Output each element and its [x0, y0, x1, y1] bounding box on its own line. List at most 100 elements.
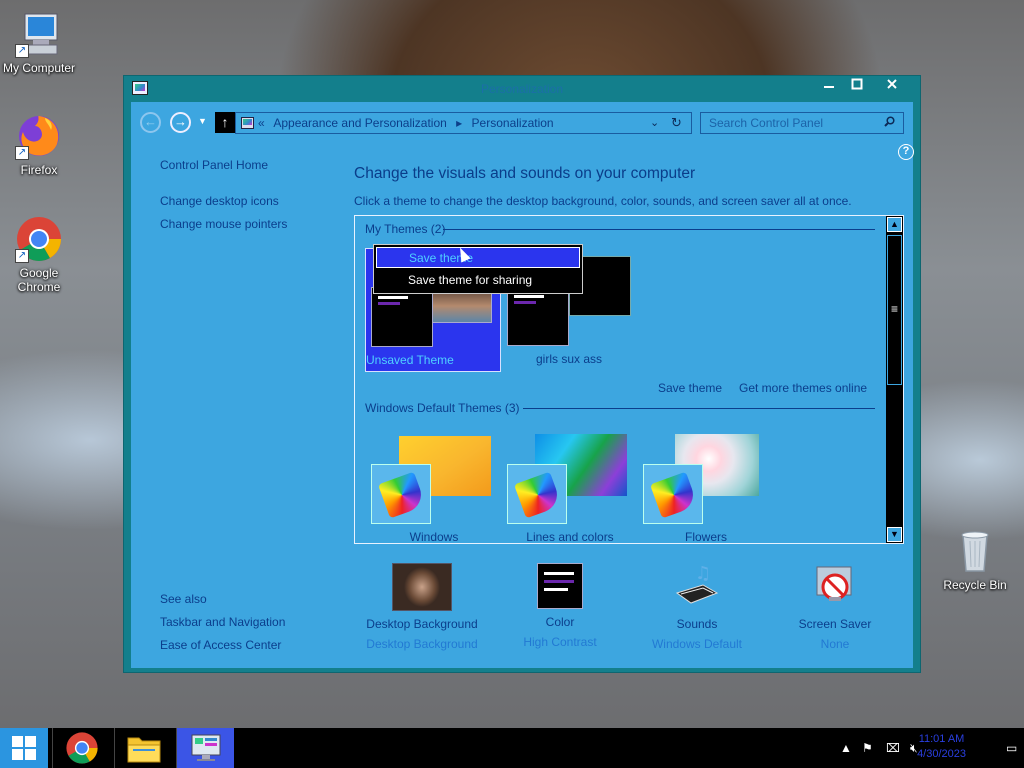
color-palette-icon: [371, 464, 431, 524]
theme-flowers[interactable]: Flowers: [641, 434, 771, 543]
help-icon[interactable]: ?: [898, 144, 914, 160]
close-button[interactable]: [872, 76, 912, 97]
breadcrumb-overflow[interactable]: «: [258, 116, 265, 130]
taskbar-control-panel[interactable]: [176, 728, 234, 768]
theme-name: Windows: [409, 530, 459, 544]
search-input[interactable]: Search Control Panel: [709, 116, 823, 130]
theme-name: girls sux ass: [535, 352, 603, 366]
clock[interactable]: 11:01 AM 4/30/2023: [917, 732, 966, 762]
search-box[interactable]: Search Control Panel: [700, 112, 904, 134]
desktop-background-thumbnail: [392, 563, 452, 611]
get-more-themes-link[interactable]: Get more themes online: [739, 381, 867, 395]
my-themes-heading: My Themes (2): [365, 222, 446, 236]
desktop-icon-google-chrome[interactable]: ↗ Google Chrome: [0, 215, 80, 294]
default-themes-heading: Windows Default Themes (3): [365, 401, 520, 415]
control-panel-home-link[interactable]: Control Panel Home: [160, 158, 268, 172]
forward-button[interactable]: →: [170, 112, 191, 133]
personalization-window: Personalization ← → ▼ ↑ « Appearance and…: [123, 75, 921, 673]
address-dropdown-icon[interactable]: ⌄: [650, 116, 659, 129]
taskbar: ▲ ⚑ ⌧ 🔇︎ 11:01 AM 4/30/2023 ▭: [0, 728, 1024, 768]
address-bar[interactable]: « Appearance and Personalization ▸ Perso…: [235, 112, 692, 134]
save-theme-link[interactable]: Save theme: [658, 381, 722, 395]
ease-of-access-center-link[interactable]: Ease of Access Center: [160, 638, 281, 652]
maximize-button[interactable]: [844, 76, 870, 97]
group-divider: [443, 229, 875, 230]
theme-name: Unsaved Theme: [366, 353, 454, 367]
theme-thumbnail: [371, 287, 433, 347]
scroll-down-button[interactable]: ▼: [887, 527, 902, 542]
sounds-setting[interactable]: ♫ Sounds Windows Default: [627, 563, 767, 651]
context-menu: Save theme Save theme for sharing: [373, 244, 583, 294]
search-icon[interactable]: [884, 116, 895, 130]
scroll-up-button[interactable]: ▲: [887, 217, 902, 232]
window-client-area: ← → ▼ ↑ « Appearance and Personalization…: [131, 102, 914, 668]
color-setting[interactable]: Color High Contrast: [490, 563, 630, 649]
page-description: Click a theme to change the desktop back…: [354, 194, 852, 208]
setting-title: Color: [545, 615, 575, 629]
shortcut-arrow-icon: ↗: [15, 146, 29, 160]
start-button[interactable]: [0, 728, 48, 768]
desktop-icon-recycle-bin[interactable]: Recycle Bin: [934, 527, 1016, 592]
recent-locations-dropdown[interactable]: ▼: [198, 116, 207, 126]
action-center-icon[interactable]: ⚑: [862, 728, 873, 768]
chrome-icon: [66, 732, 98, 764]
svg-text:♫: ♫: [695, 563, 711, 584]
screen-saver-setting[interactable]: Screen Saver None: [765, 563, 905, 651]
breadcrumb-item-appearance[interactable]: Appearance and Personalization: [273, 116, 446, 130]
show-hidden-icons-button[interactable]: ▲: [840, 728, 852, 768]
menu-item-save-theme-for-sharing[interactable]: Save theme for sharing: [376, 270, 580, 291]
menu-item-save-theme[interactable]: Save theme: [376, 247, 580, 268]
control-panel-icon: [241, 117, 254, 129]
arrow-up-icon: ↑: [221, 114, 229, 130]
folder-icon: [127, 737, 161, 763]
theme-list-scrollbar[interactable]: ▲ ▼: [886, 216, 903, 543]
scroll-thumb[interactable]: [887, 235, 902, 385]
network-icon[interactable]: ⌧: [886, 728, 900, 768]
theme-lines-and-colors[interactable]: Lines and colors: [505, 434, 635, 544]
breadcrumb-separator[interactable]: ▸: [456, 116, 462, 130]
theme-name: Lines and colors: [526, 530, 614, 544]
desktop-icon-label: Google Chrome: [17, 266, 61, 294]
desktop-icon-label: Firefox: [20, 163, 58, 177]
taskbar-file-explorer[interactable]: [114, 728, 172, 768]
minimize-button[interactable]: [816, 76, 842, 97]
breadcrumb-item-personalization[interactable]: Personalization: [472, 116, 554, 130]
taskbar-chrome[interactable]: [52, 728, 110, 768]
chrome-icon: ↗: [15, 215, 63, 263]
screen-saver-icon: [811, 563, 859, 611]
setting-title: Sounds: [676, 617, 718, 631]
window-title: Personalization: [480, 82, 564, 96]
setting-title: Screen Saver: [798, 617, 872, 631]
close-icon: [887, 79, 897, 89]
clock-time: 11:01 AM: [918, 733, 965, 745]
back-button[interactable]: ←: [140, 112, 161, 133]
color-thumbnail: [537, 563, 583, 609]
arrow-left-icon: ←: [144, 114, 157, 129]
desktop-background-setting[interactable]: Desktop Background Desktop Background: [352, 563, 492, 651]
firefox-icon: ↗: [15, 112, 63, 160]
refresh-icon[interactable]: ↻: [671, 115, 682, 131]
change-mouse-pointers-link[interactable]: Change mouse pointers: [160, 217, 287, 231]
desktop-icon-my-computer[interactable]: ↗ My Computer: [0, 10, 80, 75]
up-button[interactable]: ↑: [215, 112, 235, 133]
theme-windows[interactable]: Windows: [369, 434, 499, 544]
setting-value[interactable]: Desktop Background: [352, 637, 492, 651]
setting-value[interactable]: High Contrast: [490, 635, 630, 649]
theme-thumbnail: [507, 286, 569, 346]
show-desktop-icon[interactable]: ▭: [1006, 728, 1017, 768]
color-palette-icon: [643, 464, 703, 524]
setting-value[interactable]: None: [765, 637, 905, 651]
desktop-icon-firefox[interactable]: ↗ Firefox: [0, 112, 80, 177]
setting-value[interactable]: Windows Default: [627, 637, 767, 651]
breadcrumb: « Appearance and Personalization ▸ Perso…: [258, 116, 560, 130]
see-also-heading: See also: [160, 592, 207, 606]
clock-date: 4/30/2023: [917, 748, 966, 760]
group-divider: [523, 408, 875, 409]
color-palette-icon: [507, 464, 567, 524]
taskbar-and-navigation-link[interactable]: Taskbar and Navigation: [160, 615, 285, 629]
title-bar[interactable]: Personalization: [124, 76, 920, 102]
recycle-bin-icon: [951, 527, 999, 575]
change-desktop-icons-link[interactable]: Change desktop icons: [160, 194, 279, 208]
control-panel-icon: [191, 734, 221, 761]
maximize-icon: [851, 78, 863, 90]
